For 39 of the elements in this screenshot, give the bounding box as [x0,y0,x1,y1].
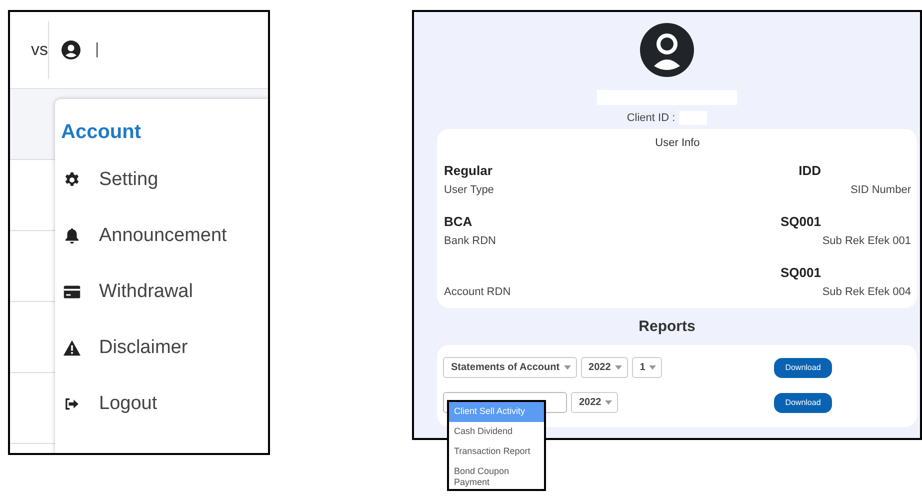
user-icon[interactable] [61,40,81,60]
field-value: SQ001 [780,265,821,282]
field-label: SID Number [849,184,911,196]
section-title: Reports [638,318,696,335]
caret-icon [614,365,622,370]
menu-item[interactable]: Announcement [55,208,268,264]
avatar-icon [639,22,695,78]
field-label: Bank RDN [444,235,497,247]
menu-title: Account [61,121,141,144]
dropdown-option[interactable]: Bond Coupon Payment [449,462,544,489]
field-label: Sub Rek Efek 004 [821,286,911,298]
field-value: Regular [444,163,494,180]
field-value: SQ001 [780,214,821,231]
dropdown-option[interactable]: Transaction Report [449,442,544,462]
menu-item[interactable]: Setting [55,152,268,208]
select-field[interactable]: 2022 [580,357,628,378]
warning-icon [61,339,83,357]
nav-text[interactable]: vs [10,40,48,60]
field-label: Account RDN [444,286,512,298]
dropdown-option[interactable]: Cash Dividend [449,422,544,442]
download-button[interactable]: Download [774,358,832,378]
menu-item[interactable]: Disclaimer [55,320,268,376]
select-field[interactable]: Statements of Account [443,357,577,378]
download-button[interactable]: Download [774,392,832,412]
client-id-label: Client ID : [626,112,676,124]
field-label: Sub Rek Efek 001 [821,235,911,247]
card-title: User Info [654,137,701,149]
caret-text: | [95,41,100,59]
select-field[interactable]: 2022 [571,392,618,413]
field-label: User Type [444,184,495,196]
select-field[interactable]: 1 [632,357,662,378]
caret-icon [564,365,571,370]
field-value: IDD [798,163,821,180]
caret-icon [649,365,656,370]
field-value: BCA [444,214,474,231]
menu-item[interactable]: Withdrawal [55,264,268,320]
card-icon [61,283,83,301]
menu-item[interactable]: Logout [55,376,268,432]
caret-icon [605,400,612,405]
